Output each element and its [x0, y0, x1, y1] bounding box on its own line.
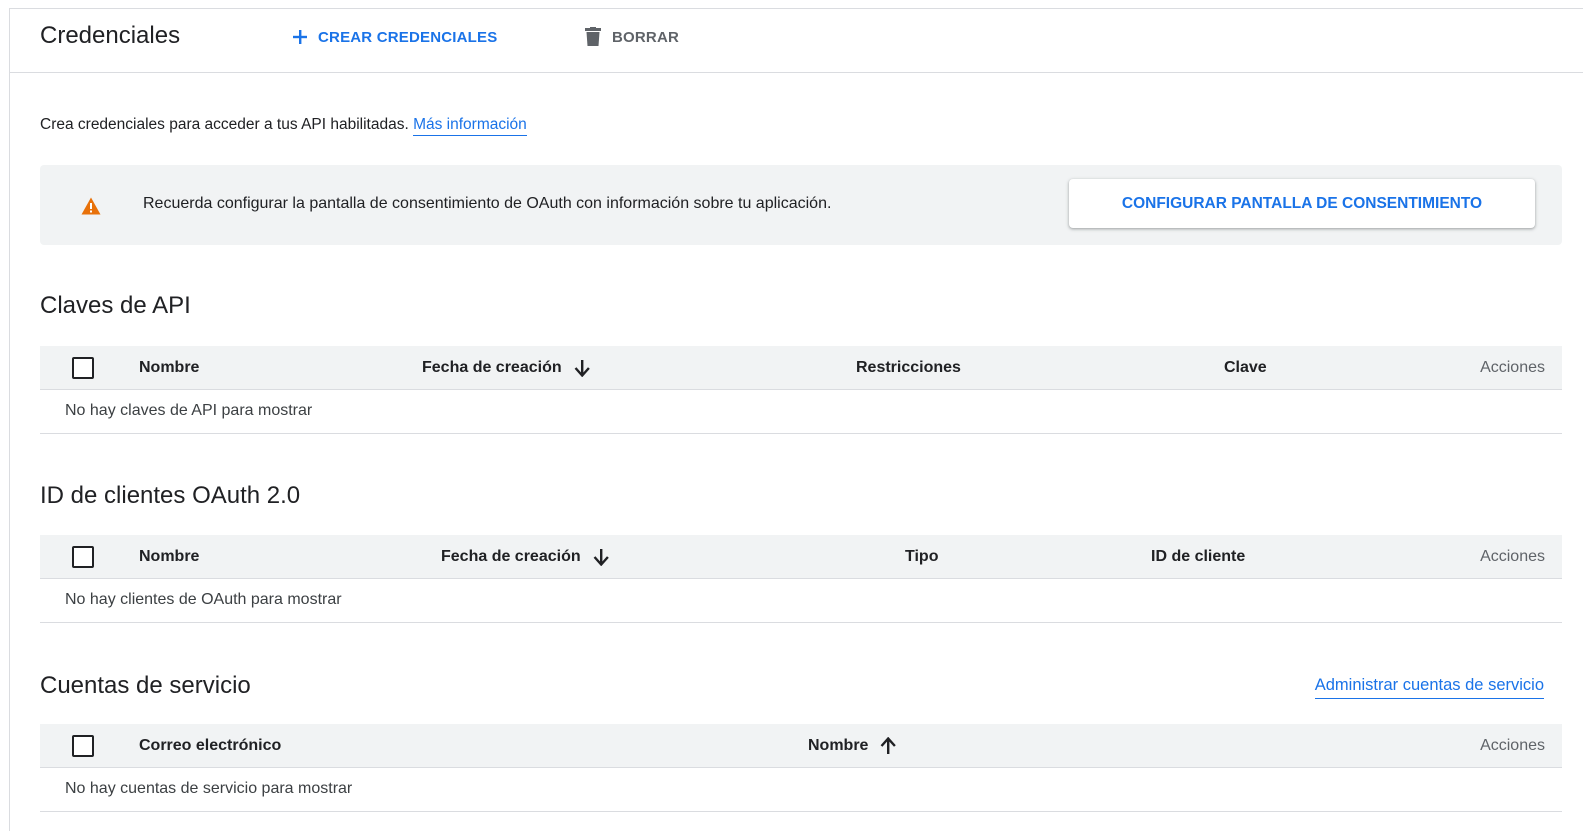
arrow-up-icon: [881, 737, 897, 754]
col-type[interactable]: Tipo: [905, 548, 938, 566]
page-title: Credenciales: [40, 22, 181, 49]
plus-icon: [293, 30, 307, 44]
select-all-api-keys-checkbox[interactable]: [72, 357, 94, 379]
api-keys-table-header: Nombre Fecha de creación Restricciones C…: [40, 346, 1562, 390]
select-all-oauth-checkbox[interactable]: [72, 546, 94, 568]
arrow-down-icon: [593, 549, 609, 566]
col-creation-date[interactable]: Fecha de creación: [422, 359, 590, 377]
delete-button[interactable]: BORRAR: [584, 25, 679, 49]
service-accounts-title: Cuentas de servicio: [40, 672, 251, 699]
col-actions: Acciones: [1480, 359, 1545, 376]
manage-service-accounts-link[interactable]: Administrar cuentas de servicio: [1314, 676, 1544, 699]
oauth-empty-row: No hay clientes de OAuth para mostrar: [40, 579, 1562, 623]
intro-description: Crea credenciales para acceder a tus API…: [40, 116, 409, 133]
oauth-empty-text: No hay clientes de OAuth para mostrar: [65, 591, 342, 608]
oauth-clients-title: ID de clientes OAuth 2.0: [40, 482, 301, 509]
api-keys-empty-row: No hay claves de API para mostrar: [40, 390, 1562, 434]
credentials-page: Credenciales CREAR CREDENCIALES BORRAR C…: [9, 8, 1583, 831]
intro-text: Crea credenciales para acceder a tus API…: [40, 116, 527, 136]
col-restrictions[interactable]: Restricciones: [856, 359, 961, 377]
col-client-id[interactable]: ID de cliente: [1151, 548, 1245, 566]
configure-consent-screen-button[interactable]: CONFIGURAR PANTALLA DE CONSENTIMIENTO: [1069, 179, 1535, 228]
service-accounts-table-header: Correo electrónico Nombre Acciones: [40, 724, 1562, 768]
col-actions: Acciones: [1480, 548, 1545, 565]
api-keys-title: Claves de API: [40, 292, 191, 319]
oauth-table-header: Nombre Fecha de creación Tipo ID de clie…: [40, 535, 1562, 579]
select-all-service-accounts-checkbox[interactable]: [72, 735, 94, 757]
col-actions: Acciones: [1480, 737, 1545, 754]
trash-icon: [585, 27, 601, 46]
delete-label: BORRAR: [612, 28, 680, 46]
col-email[interactable]: Correo electrónico: [139, 737, 281, 755]
banner-message: Recuerda configurar la pantalla de conse…: [143, 195, 832, 212]
col-name[interactable]: Nombre: [808, 737, 897, 755]
create-credentials-label: CREAR CREDENCIALES: [318, 28, 498, 46]
api-keys-empty-text: No hay claves de API para mostrar: [65, 402, 313, 419]
page-header: Credenciales CREAR CREDENCIALES BORRAR: [10, 9, 1583, 73]
col-key[interactable]: Clave: [1224, 359, 1267, 377]
arrow-down-icon: [574, 360, 590, 377]
col-name[interactable]: Nombre: [139, 359, 199, 377]
col-name[interactable]: Nombre: [139, 548, 199, 566]
warning-icon: [81, 197, 101, 215]
learn-more-link[interactable]: Más información: [413, 116, 527, 136]
create-credentials-button[interactable]: CREAR CREDENCIALES: [292, 25, 497, 49]
col-creation-date[interactable]: Fecha de creación: [441, 548, 609, 566]
oauth-consent-banner: Recuerda configurar la pantalla de conse…: [40, 165, 1562, 245]
service-accounts-empty-row: No hay cuentas de servicio para mostrar: [40, 768, 1562, 812]
service-accounts-empty-text: No hay cuentas de servicio para mostrar: [65, 780, 353, 797]
